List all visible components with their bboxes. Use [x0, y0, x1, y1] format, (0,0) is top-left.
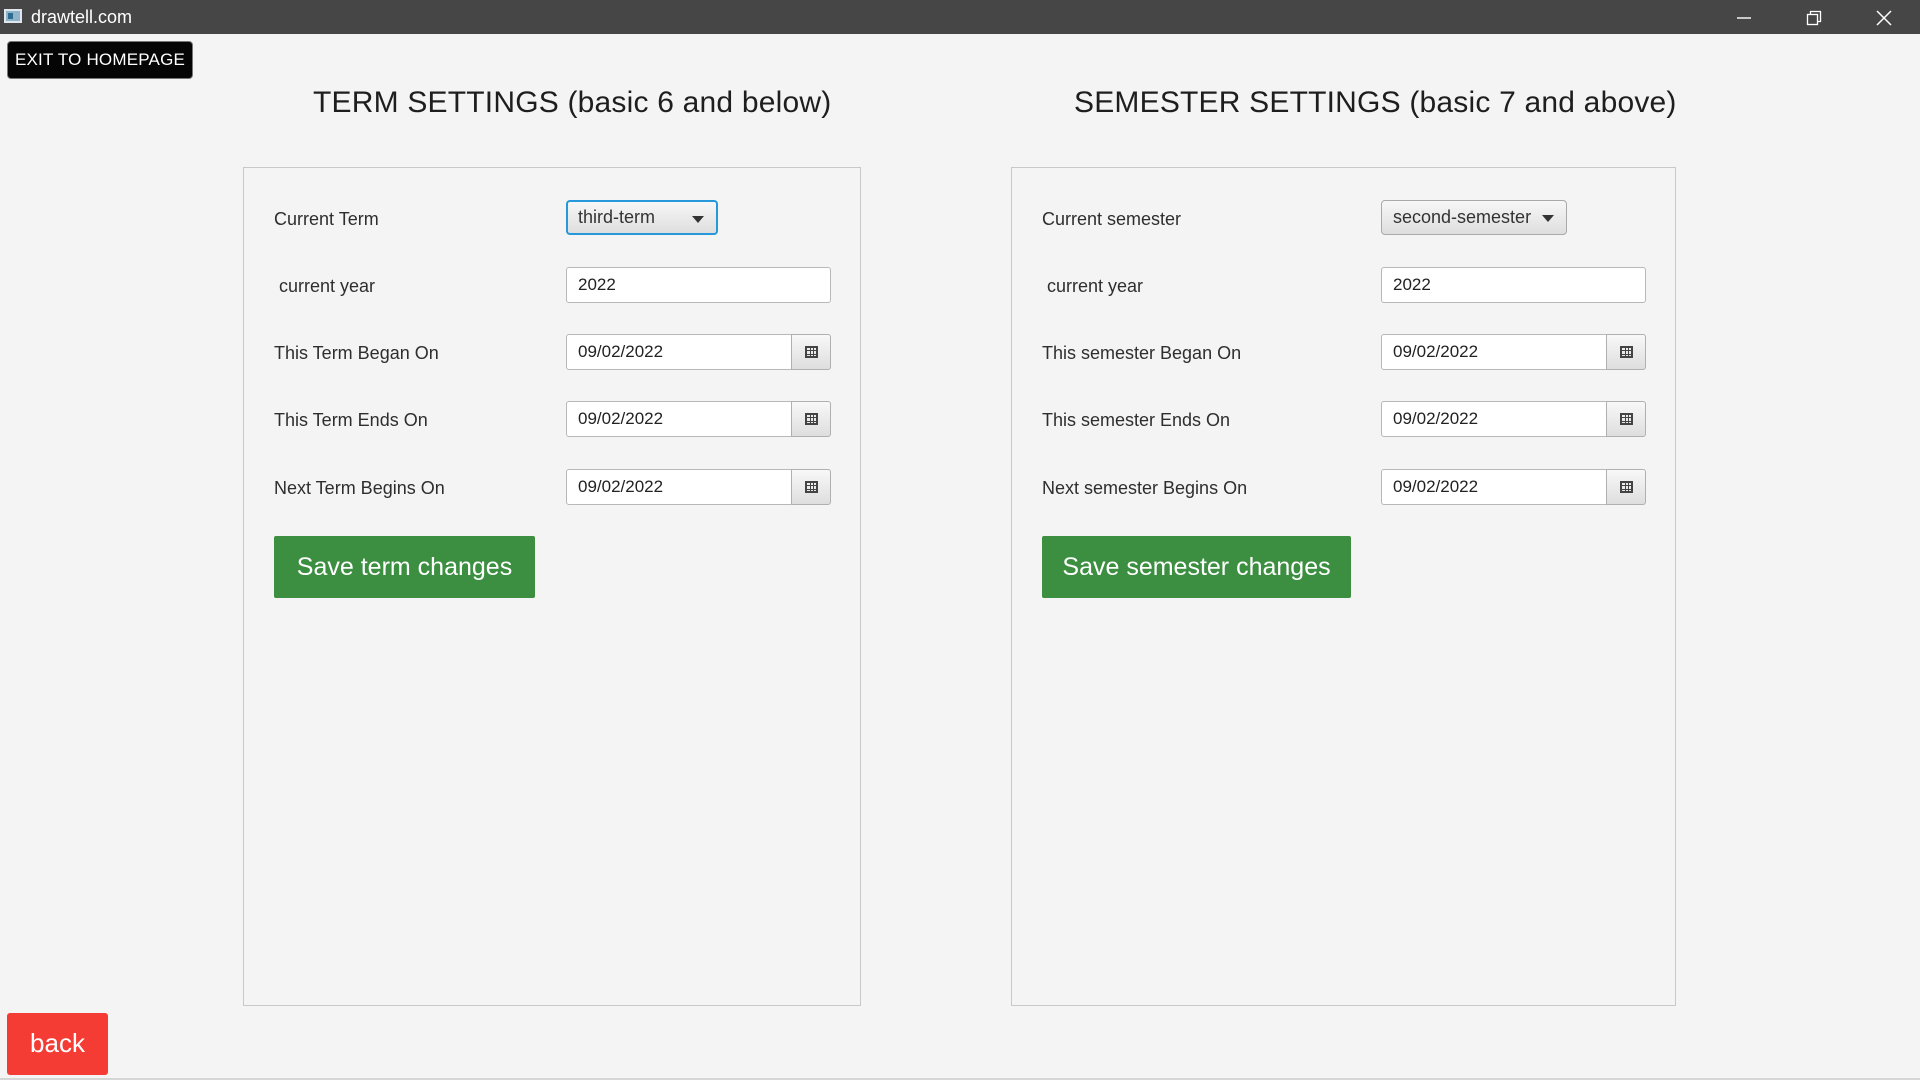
- exit-to-homepage-button[interactable]: EXIT TO HOMEPAGE: [7, 41, 193, 79]
- term-began-date-input[interactable]: 09/02/2022: [566, 334, 792, 370]
- semester-began-calendar-button[interactable]: [1606, 334, 1646, 370]
- minimize-icon: [1737, 17, 1751, 19]
- restore-icon: [1806, 10, 1822, 26]
- term-ends-calendar-button[interactable]: [791, 401, 831, 437]
- chevron-down-icon: [692, 216, 704, 223]
- window-title-bar: drawtell.com: [0, 0, 1920, 34]
- save-semester-changes-button[interactable]: Save semester changes: [1042, 536, 1351, 598]
- minimize-button[interactable]: [1710, 0, 1778, 34]
- term-began-label: This Term Began On: [274, 343, 439, 363]
- term-current-year-label: current year: [279, 276, 376, 296]
- next-semester-begins-date-input[interactable]: 09/02/2022: [1381, 469, 1607, 505]
- current-semester-select[interactable]: second-semester: [1381, 200, 1567, 235]
- term-ends-date-input[interactable]: 09/02/2022: [566, 401, 792, 437]
- calendar-icon: [805, 481, 818, 493]
- close-icon: [1876, 10, 1892, 26]
- term-settings-title: TERM SETTINGS (basic 6 and below): [313, 86, 832, 119]
- semester-current-year-input[interactable]: 2022: [1381, 267, 1646, 303]
- back-button[interactable]: back: [7, 1013, 108, 1075]
- term-settings-panel: Current Term third-term current year 202…: [243, 167, 861, 1006]
- calendar-icon: [1620, 413, 1633, 425]
- semester-ends-label: This semester Ends On: [1042, 410, 1231, 430]
- semester-ends-calendar-button[interactable]: [1606, 401, 1646, 437]
- close-button[interactable]: [1850, 0, 1918, 34]
- current-semester-value: second-semester: [1393, 207, 1532, 227]
- window-title: drawtell.com: [31, 7, 133, 27]
- restore-button[interactable]: [1780, 0, 1848, 34]
- calendar-icon: [805, 413, 818, 425]
- next-semester-begins-label: Next semester Begins On: [1042, 478, 1248, 498]
- term-began-calendar-button[interactable]: [791, 334, 831, 370]
- semester-settings-title: SEMESTER SETTINGS (basic 7 and above): [1074, 86, 1677, 119]
- next-term-calendar-button[interactable]: [791, 469, 831, 505]
- semester-current-year-label: current year: [1047, 276, 1144, 296]
- semester-settings-panel: Current semester second-semester current…: [1011, 167, 1676, 1006]
- term-ends-label: This Term Ends On: [274, 410, 428, 430]
- calendar-icon: [1620, 346, 1633, 358]
- chevron-down-icon: [1542, 215, 1554, 222]
- current-term-label: Current Term: [274, 209, 379, 229]
- semester-began-date-input[interactable]: 09/02/2022: [1381, 334, 1607, 370]
- semester-began-label: This semester Began On: [1042, 343, 1242, 363]
- save-term-changes-button[interactable]: Save term changes: [274, 536, 535, 598]
- current-term-select[interactable]: third-term: [566, 200, 718, 235]
- next-semester-calendar-button[interactable]: [1606, 469, 1646, 505]
- app-icon: [4, 9, 22, 23]
- current-semester-label: Current semester: [1042, 209, 1182, 229]
- calendar-icon: [805, 346, 818, 358]
- next-term-begins-label: Next Term Begins On: [274, 478, 445, 498]
- calendar-icon: [1620, 481, 1633, 493]
- term-current-year-input[interactable]: 2022: [566, 267, 831, 303]
- next-term-begins-date-input[interactable]: 09/02/2022: [566, 469, 792, 505]
- current-term-value: third-term: [578, 207, 656, 227]
- semester-ends-date-input[interactable]: 09/02/2022: [1381, 401, 1607, 437]
